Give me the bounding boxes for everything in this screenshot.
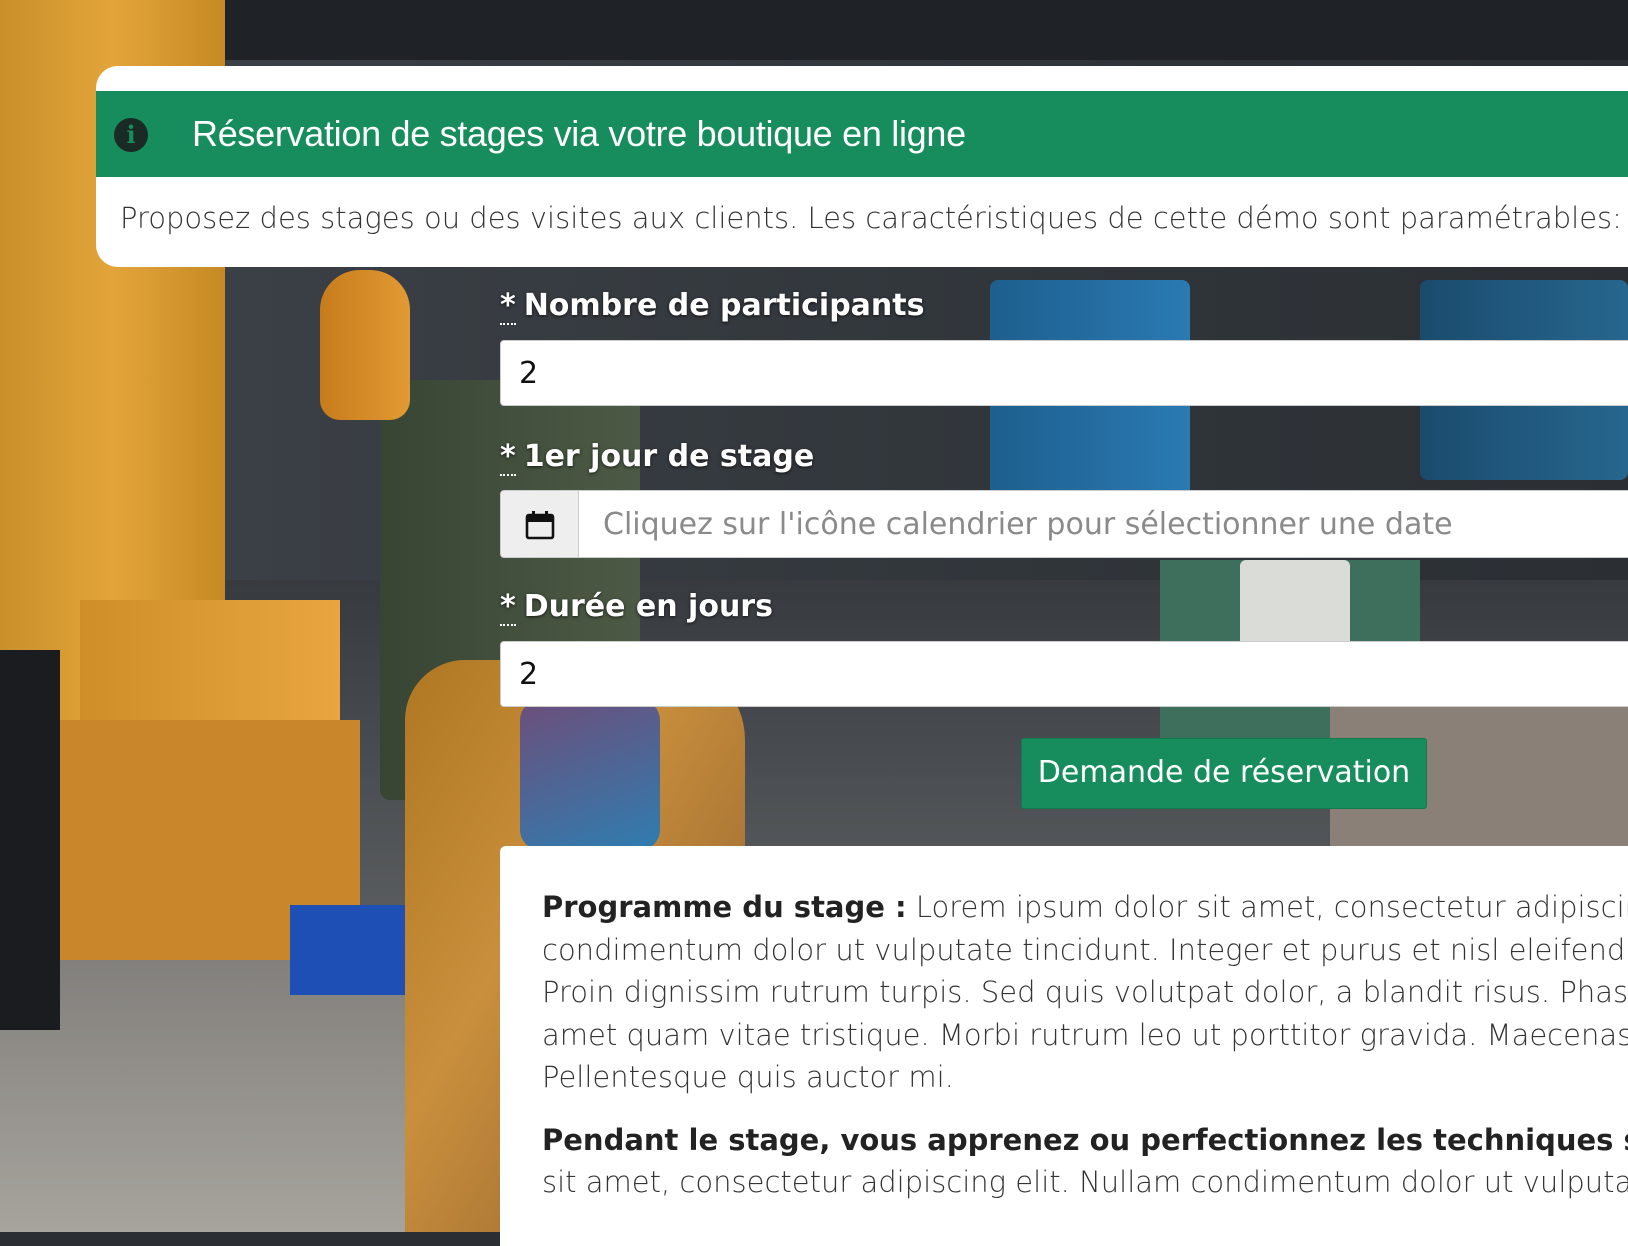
calendar-button[interactable]	[500, 490, 579, 558]
participants-label: * Nombre de participants	[500, 288, 925, 325]
panel-title: Réservation de stages via votre boutique…	[192, 113, 966, 154]
info-panel-header: i Réservation de stages via votre boutiq…	[96, 91, 1628, 177]
program-line: Proin dignissim rutrum turpis. Sed quis …	[542, 975, 1628, 1009]
techniques-heading: Pendant le stage, vous apprenez ou perfe…	[542, 1122, 1628, 1157]
calendar-icon	[525, 511, 555, 540]
program-line: Pellentesque quis auctor mi.	[542, 1060, 954, 1094]
participants-input[interactable]: 2	[500, 340, 1628, 406]
techniques-paragraph: Pendant le stage, vous apprenez ou perfe…	[542, 1119, 1628, 1204]
required-marker: *	[500, 589, 516, 626]
booking-request-button[interactable]: Demande de réservation	[1021, 738, 1427, 809]
program-line: amet quam vitae tristique. Morbi rutrum …	[542, 1017, 1628, 1052]
program-card: Programme du stage : Lorem ipsum dolor s…	[500, 846, 1628, 1246]
info-panel: i Réservation de stages via votre boutiq…	[96, 66, 1628, 267]
program-line: condimentum dolor ut vulputate tincidunt…	[542, 932, 1626, 967]
techniques-line: sit amet, consectetur adipiscing elit. N…	[542, 1165, 1628, 1199]
start-day-label: * 1er jour de stage	[500, 439, 815, 476]
program-paragraph: Programme du stage : Lorem ipsum dolor s…	[542, 886, 1628, 1099]
required-marker: *	[500, 288, 516, 325]
start-day-field: Cliquez sur l'icône calendrier pour séle…	[500, 490, 1628, 558]
program-heading: Programme du stage :	[542, 890, 907, 924]
required-marker: *	[500, 439, 516, 476]
participants-value: 2	[519, 356, 539, 391]
duration-label: * Durée en jours	[500, 589, 773, 626]
info-circle-icon: i	[114, 118, 148, 152]
duration-input[interactable]: 2	[500, 641, 1628, 707]
duration-label-text: Durée en jours	[523, 589, 773, 624]
participants-label-text: Nombre de participants	[523, 288, 925, 323]
panel-description: Proposez des stages ou des visites aux c…	[120, 201, 1628, 235]
start-day-label-text: 1er jour de stage	[523, 439, 815, 474]
start-day-input[interactable]: Cliquez sur l'icône calendrier pour séle…	[579, 490, 1628, 558]
program-line: Lorem ipsum dolor sit amet, consectetur …	[906, 890, 1628, 924]
duration-value: 2	[519, 657, 539, 692]
